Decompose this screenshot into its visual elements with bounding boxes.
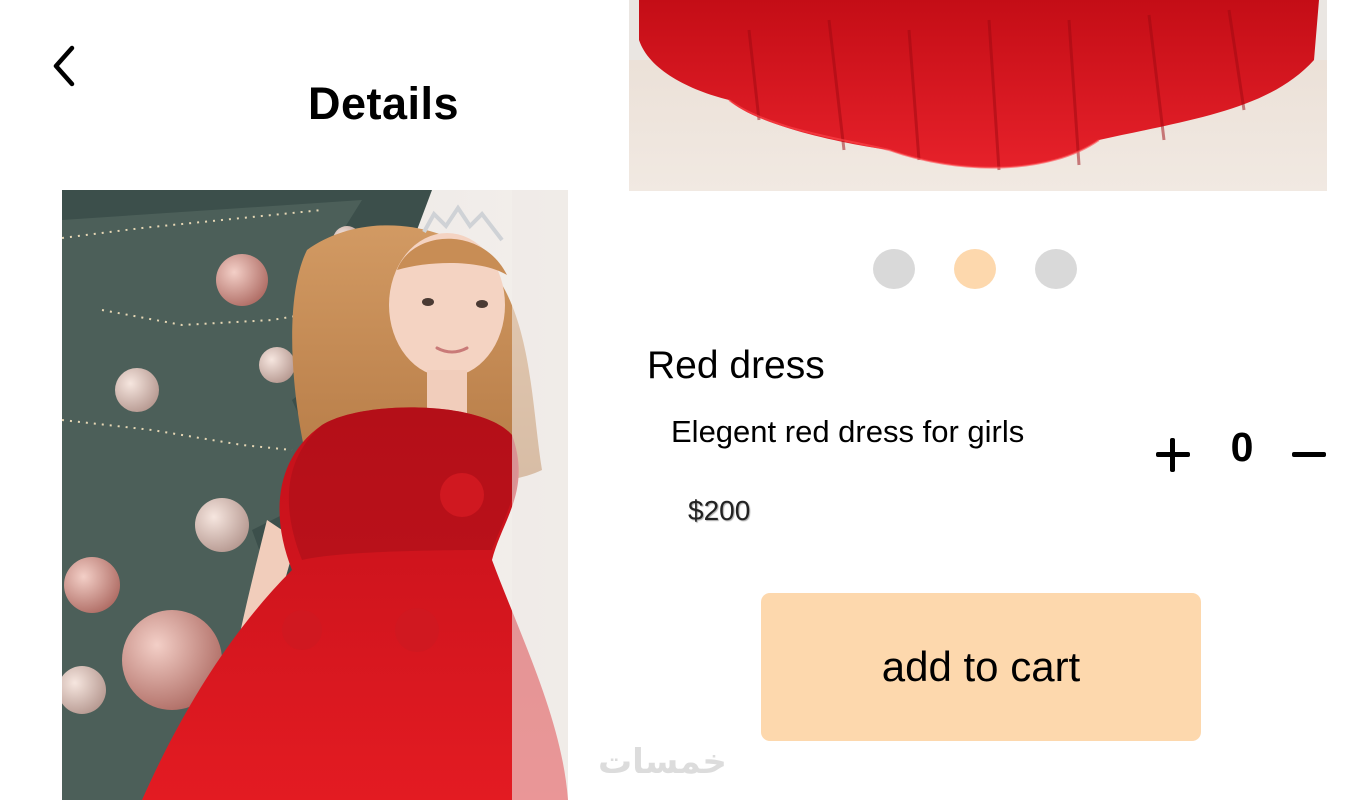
product-photo — [62, 190, 568, 800]
plus-icon[interactable] — [1152, 434, 1194, 476]
chevron-left-icon — [53, 45, 75, 87]
product-description: Elegent red dress for girls — [671, 414, 1025, 449]
add-to-cart-button[interactable]: add to cart — [761, 593, 1201, 741]
carousel-photo — [629, 0, 1327, 191]
carousel-dot-3[interactable] — [1035, 249, 1077, 289]
page-title: Details — [308, 78, 460, 129]
product-name: Red dress — [647, 344, 825, 387]
watermark: خمسات — [598, 742, 727, 782]
carousel-dots — [873, 249, 1077, 289]
back-button[interactable] — [44, 42, 84, 90]
carousel-dot-1[interactable] — [873, 249, 915, 289]
product-price: $200 — [688, 495, 751, 526]
minus-icon[interactable] — [1290, 440, 1328, 470]
carousel-dot-2[interactable] — [954, 249, 996, 289]
quantity-value: 0 — [1230, 424, 1254, 470]
